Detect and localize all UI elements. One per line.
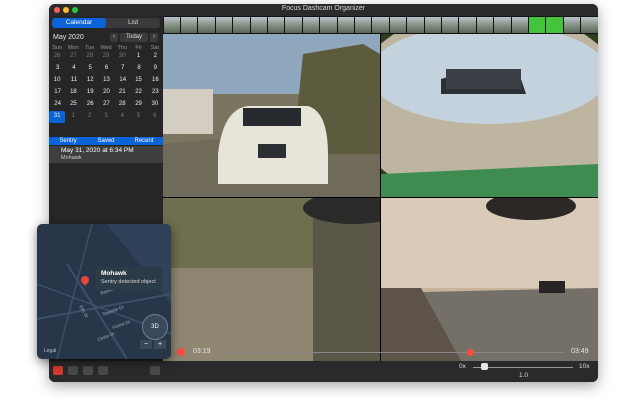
- calendar-day[interactable]: 29: [130, 99, 146, 111]
- tab-calendar[interactable]: Calendar: [52, 18, 106, 28]
- tab-list[interactable]: List: [106, 18, 160, 28]
- calendar-day[interactable]: 3: [98, 111, 114, 123]
- calendar-day[interactable]: 17: [49, 87, 65, 99]
- playback-bar: 03:19 03:49: [163, 344, 598, 361]
- event-location: Mohawk: [61, 155, 82, 161]
- grid-icon[interactable]: [150, 366, 160, 375]
- calendar-day[interactable]: 23: [147, 87, 163, 99]
- calendar-day[interactable]: 26: [49, 51, 65, 63]
- calendar-week: 26 27 28 29 30 1 2: [49, 51, 163, 63]
- month-label: May 2020: [53, 34, 84, 41]
- rear-camera-view[interactable]: [381, 34, 598, 197]
- calendar-week: 3 4 5 6 7 8 9: [49, 63, 163, 75]
- location-icon[interactable]: [98, 366, 108, 375]
- today-button[interactable]: Today: [120, 33, 148, 42]
- event-list-item[interactable]: May 31, 2020 at 6:34 PM Mohawk: [49, 146, 163, 163]
- calendar-day[interactable]: 30: [147, 99, 163, 111]
- calendar-day[interactable]: 12: [82, 75, 98, 87]
- calendar-day[interactable]: 1: [65, 111, 81, 123]
- export-icon[interactable]: [68, 366, 78, 375]
- end-time: 03:49: [571, 348, 589, 355]
- title-bar: Focus Dashcam Organizer: [49, 4, 598, 16]
- legal-link[interactable]: Legal: [44, 348, 56, 354]
- calendar-day[interactable]: 2: [82, 111, 98, 123]
- calendar-day[interactable]: 21: [114, 87, 130, 99]
- calendar-week: 31 1 2 3 4 5 6: [49, 111, 163, 123]
- calendar-day[interactable]: 20: [98, 87, 114, 99]
- front-camera-view[interactable]: [163, 34, 380, 197]
- calendar-day[interactable]: 13: [98, 75, 114, 87]
- calendar-day[interactable]: 27: [98, 99, 114, 111]
- calendar-day-selected[interactable]: 31: [49, 111, 66, 123]
- map-callout: Mohawk Sentry detected object: [96, 267, 162, 290]
- map-3d-button[interactable]: 3D: [142, 314, 168, 340]
- calendar-day[interactable]: 10: [49, 75, 65, 87]
- playhead[interactable]: [467, 349, 474, 356]
- calendar-week: 24 25 26 27 28 29 30: [49, 99, 163, 111]
- calendar-day[interactable]: 28: [114, 99, 130, 111]
- calendar-day[interactable]: 9: [147, 63, 163, 75]
- speed-min-label: 0x: [459, 363, 466, 370]
- calendar-day[interactable]: 22: [130, 87, 146, 99]
- record-dot-icon: [177, 348, 185, 356]
- zoom-in-button[interactable]: +: [154, 340, 166, 349]
- speed-slider-thumb[interactable]: [481, 363, 488, 370]
- clip-filter-tabs: Sentry Saved Recent: [49, 137, 163, 145]
- event-datetime: May 31, 2020 at 6:34 PM: [61, 147, 134, 154]
- camera-grid: [163, 34, 598, 361]
- calendar-day[interactable]: 14: [114, 75, 130, 87]
- right-camera-view[interactable]: [381, 198, 598, 361]
- speed-value-label: 1.0: [519, 372, 529, 379]
- calendar-day[interactable]: 1: [130, 51, 146, 63]
- calendar-week: 10 11 12 13 14 15 16: [49, 75, 163, 87]
- callout-subtitle: Sentry detected object: [101, 279, 156, 285]
- calendar-day[interactable]: 28: [82, 51, 98, 63]
- chevron-left-icon[interactable]: ‹: [110, 33, 118, 42]
- tab-sentry[interactable]: Sentry: [49, 137, 87, 145]
- calendar-day[interactable]: 4: [114, 111, 130, 123]
- calendar-day[interactable]: 26: [82, 99, 98, 111]
- zoom-out-button[interactable]: −: [140, 340, 152, 349]
- window-title: Focus Dashcam Organizer: [281, 5, 366, 12]
- left-camera-view[interactable]: [163, 198, 380, 361]
- view-switcher: Calendar List: [52, 18, 160, 28]
- calendar-day[interactable]: 7: [114, 63, 130, 75]
- calendar-day[interactable]: 29: [98, 51, 114, 63]
- calendar-day[interactable]: 18: [65, 87, 81, 99]
- map-panel[interactable]: Bayside Dr Elm Dr Seaside Dr Forest Dr C…: [37, 224, 171, 359]
- tab-saved[interactable]: Saved: [87, 137, 125, 145]
- screen-icon[interactable]: [83, 366, 93, 375]
- timeline-thumbnails[interactable]: [163, 16, 598, 34]
- calendar-day[interactable]: 27: [65, 51, 81, 63]
- tab-recent[interactable]: Recent: [125, 137, 163, 145]
- chevron-right-icon[interactable]: ›: [150, 33, 158, 42]
- calendar-day[interactable]: 15: [130, 75, 146, 87]
- calendar-day[interactable]: 8: [130, 63, 146, 75]
- speed-slider[interactable]: [473, 367, 573, 368]
- calendar-day[interactable]: 19: [82, 87, 98, 99]
- calendar-day[interactable]: 3: [49, 63, 65, 75]
- heart-icon[interactable]: [53, 366, 63, 375]
- calendar-day[interactable]: 2: [147, 51, 163, 63]
- calendar-day[interactable]: 16: [147, 75, 163, 87]
- current-time: 03:19: [193, 348, 211, 355]
- calendar-day[interactable]: 11: [65, 75, 81, 87]
- calendar-week: 17 18 19 20 21 22 23: [49, 87, 163, 99]
- calendar-day[interactable]: 6: [147, 111, 163, 123]
- calendar-day[interactable]: 5: [130, 111, 146, 123]
- calendar-day[interactable]: 6: [98, 63, 114, 75]
- calendar-day[interactable]: 5: [82, 63, 98, 75]
- callout-title: Mohawk: [101, 270, 127, 277]
- calendar-day[interactable]: 4: [65, 63, 81, 75]
- calendar-grid: Sun Mon Tue Wed Thu Fri Sat 26 27 28 29 …: [49, 45, 163, 123]
- speed-max-label: 10x: [579, 363, 590, 370]
- calendar-day[interactable]: 30: [114, 51, 130, 63]
- bottom-toolbar: 0x 10x 1.0: [49, 361, 598, 382]
- calendar-day[interactable]: 25: [65, 99, 81, 111]
- playback-scrubber[interactable]: [218, 352, 563, 353]
- calendar-day[interactable]: 24: [49, 99, 65, 111]
